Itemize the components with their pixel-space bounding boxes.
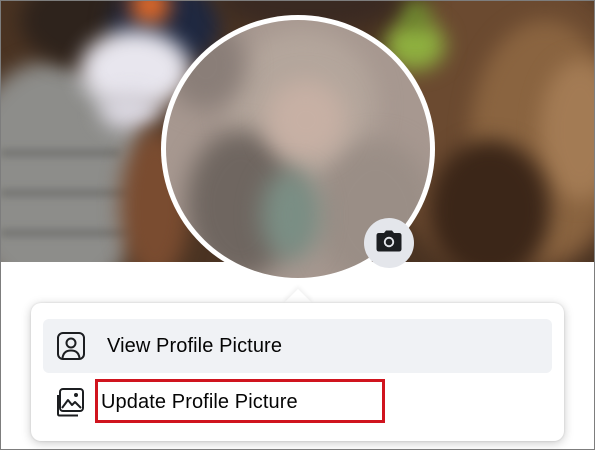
image-edit-icon	[53, 384, 89, 420]
change-photo-button[interactable]	[364, 218, 414, 268]
view-profile-picture-label: View Profile Picture	[107, 334, 283, 357]
person-portrait-icon	[53, 328, 89, 364]
profile-screen: View Profile Picture Update Profile Pict…	[0, 0, 595, 450]
camera-icon	[376, 230, 402, 257]
view-profile-picture-item[interactable]: View Profile Picture	[43, 319, 552, 373]
highlight-annotation	[95, 379, 385, 423]
